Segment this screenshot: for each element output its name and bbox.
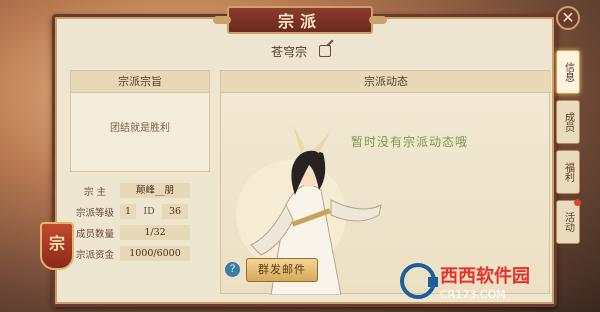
watermark-text-group: 西西软件园 CR173.COM <box>440 262 530 301</box>
level-row: 宗派等级 1 ID 36 <box>70 201 210 222</box>
watermark-site: CR173.COM <box>440 287 506 301</box>
members-value: 1/32 <box>120 225 190 240</box>
tab-activities-label: 活动 <box>562 212 574 232</box>
watermark-logo-icon <box>400 263 438 299</box>
level-label: 宗派等级 <box>75 207 114 219</box>
tab-welfare[interactable]: 福利 <box>556 150 580 194</box>
watermark-brand: 西西软件园 <box>440 265 530 287</box>
level-value: 1 <box>120 204 136 219</box>
close-icon: ✕ <box>561 8 575 27</box>
tab-activities[interactable]: 活动 <box>556 199 581 244</box>
leader-row: 宗 主 颠峰__朋 <box>70 180 210 201</box>
sect-name: 苍穹宗 <box>270 44 307 59</box>
leader-label: 宗 主 <box>83 186 107 198</box>
watermark: 西西软件园 CR173.COM <box>400 262 580 301</box>
tab-welfare-label: 福利 <box>562 162 574 182</box>
tab-info-label: 信息 <box>562 62 574 82</box>
sect-name-bar: 苍穹宗 <box>226 40 376 62</box>
help-icon: ? <box>229 264 236 275</box>
leader-value: 颠峰__朋 <box>120 183 190 198</box>
notification-dot <box>574 199 581 206</box>
sect-dynamics-title: 宗派动态 <box>221 71 551 93</box>
dynamics-empty-message: 暂时没有宗派动态哦 <box>351 135 469 149</box>
id-value: 36 <box>162 204 188 219</box>
broadcast-mail-button[interactable]: 群发邮件 <box>246 258 318 282</box>
tab-members-label: 成员 <box>562 112 574 132</box>
sect-seal-badge: 宗 <box>40 222 74 270</box>
edit-icon[interactable] <box>319 45 331 57</box>
funds-row: 宗派资金 1000/6000 <box>70 243 210 264</box>
funds-label: 宗派资金 <box>75 249 114 261</box>
sect-info-rows: 宗 主 颠峰__朋 宗派等级 1 ID 36 成员数量 1/32 宗派资金 10… <box>70 180 210 264</box>
side-tabs: 信息 成员 福利 活动 <box>556 50 582 250</box>
help-button[interactable]: ? <box>225 262 240 277</box>
tab-info[interactable]: 信息 <box>556 50 580 94</box>
sect-purpose-text: 团结就是胜利 <box>110 123 170 134</box>
sect-info-panel: 宗派宗旨 团结就是胜利 宗 主 颠峰__朋 宗派等级 1 ID 36 成员数量 … <box>70 70 210 302</box>
window-title: 宗派 <box>213 6 387 34</box>
sect-purpose-box: 宗派宗旨 团结就是胜利 <box>70 70 210 172</box>
tab-members[interactable]: 成员 <box>556 100 580 144</box>
members-label: 成员数量 <box>75 228 114 240</box>
id-label: ID <box>143 206 155 217</box>
members-row: 成员数量 1/32 <box>70 222 210 243</box>
funds-value: 1000/6000 <box>120 246 190 261</box>
close-button[interactable]: ✕ <box>556 6 580 30</box>
sect-purpose-title: 宗派宗旨 <box>71 71 209 93</box>
